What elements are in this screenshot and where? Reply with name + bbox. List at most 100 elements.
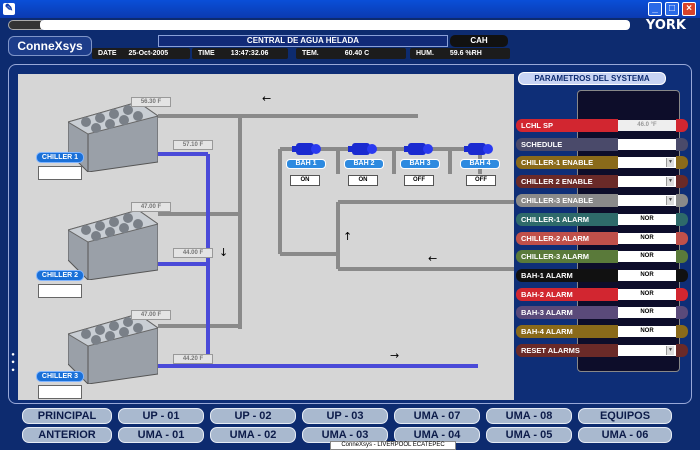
side-indicator: ● ● ● (10, 352, 16, 374)
time-value: 13:47:32.06 (230, 50, 269, 57)
status-bar: ConneXsys - LIVERPOOL ECATEPEC (330, 441, 456, 450)
param-label: BAH-1 ALARM (516, 269, 618, 282)
date-field: DATE 25-Oct-2005 (92, 48, 190, 59)
param-row[interactable]: CHILLER-1 ENABLE ▼ (516, 156, 688, 169)
param-label: BAH-3 ALARM (516, 306, 618, 319)
param-value[interactable] (618, 139, 676, 150)
param-row[interactable]: CHILLER 2 ENABLE ▼ (516, 175, 688, 188)
param-row[interactable]: CHILLER-1 ALARM NOR (516, 213, 688, 226)
nav-bottom-button[interactable]: UMA - 05 (486, 427, 572, 443)
arrow-left-top: ← (262, 92, 271, 105)
page-title: CENTRAL DE AGUA HELADA (158, 35, 448, 47)
nav-top-button[interactable]: UP - 03 (302, 408, 388, 424)
chiller-3-status-box (38, 385, 82, 399)
nav-bottom-button[interactable]: ANTERIOR (22, 427, 112, 443)
param-label: CHILLER 2 ENABLE (516, 175, 618, 188)
dropdown-arrow-icon[interactable]: ▼ (666, 196, 674, 205)
nav-bottom-button[interactable]: UMA - 06 (578, 427, 672, 443)
param-row[interactable]: CHILLER-2 ALARM NOR (516, 232, 688, 245)
param-row-cap (676, 288, 688, 301)
param-value[interactable]: NOR (618, 307, 676, 318)
chiller-1-button[interactable]: CHILLER 1 (36, 152, 84, 163)
pump-3-label[interactable]: BAH 3 (400, 159, 440, 169)
param-value[interactable]: 46.0 °F (618, 120, 676, 131)
dropdown-arrow-icon[interactable]: ▼ (666, 177, 674, 186)
chiller-2-temp-out: 44.00 F (173, 248, 213, 258)
nav-top-button[interactable]: EQUIPOS (578, 408, 672, 424)
nav-top-button[interactable]: UMA - 07 (394, 408, 480, 424)
param-row[interactable]: CHILLER-3 ENABLE ▼ (516, 194, 688, 207)
param-value[interactable]: ▼ (618, 345, 676, 356)
arrow-left-mid: ← (428, 252, 437, 265)
pump-1-icon (292, 143, 321, 155)
page-code: CAH (450, 35, 508, 47)
nav-top-button[interactable]: UP - 01 (118, 408, 204, 424)
param-row[interactable]: CHILLER-3 ALARM NOR (516, 250, 688, 263)
nav-top-button[interactable]: UP - 02 (210, 408, 296, 424)
dropdown-arrow-icon[interactable]: ▼ (666, 346, 674, 355)
flow-arrows: ← ↓ ↑ ← → (219, 92, 437, 362)
param-value[interactable]: ▼ (618, 157, 676, 168)
nav-top-button[interactable]: PRINCIPAL (22, 408, 112, 424)
param-row-cap (676, 232, 688, 245)
temp-field: TEM. 60.40 C (296, 48, 406, 59)
dropdown-arrow-icon[interactable]: ▼ (666, 158, 674, 167)
chiller-1-status-box (38, 166, 82, 180)
nav-bottom-button[interactable]: UMA - 02 (210, 427, 296, 443)
chiller-3-temp-out: 44.20 F (173, 354, 213, 364)
pump-4-label[interactable]: BAH 4 (460, 159, 500, 169)
param-row[interactable]: SCHEDULE (516, 138, 688, 151)
date-label: DATE (98, 50, 117, 57)
chiller-2-button[interactable]: CHILLER 2 (36, 270, 84, 281)
maximize-button[interactable]: □ (665, 2, 679, 16)
hum-field: HUM. 59.6 %RH (410, 48, 510, 59)
param-value[interactable]: ▼ (618, 195, 676, 206)
param-label: CHILLER-2 ALARM (516, 232, 618, 245)
pump-2-state: ON (348, 175, 378, 186)
param-row-cap (676, 325, 688, 338)
param-row[interactable]: RESET ALARMS ▼ (516, 344, 688, 357)
chiller-unit-2-graphic (68, 210, 158, 280)
temp-value: 60.40 C (344, 50, 370, 57)
time-label: TIME (198, 50, 215, 57)
nav-bottom-button[interactable]: UMA - 01 (118, 427, 204, 443)
param-label: CHILLER-1 ALARM (516, 213, 618, 226)
param-value[interactable]: NOR (618, 326, 676, 337)
nav-top-button[interactable]: UMA - 08 (486, 408, 572, 424)
param-value[interactable]: NOR (618, 214, 676, 225)
time-field: TIME 13:47:32.06 (192, 48, 288, 59)
param-row-cap (676, 306, 688, 319)
param-label: CHILLER-1 ENABLE (516, 156, 618, 169)
param-value[interactable]: NOR (618, 270, 676, 281)
param-row-cap (676, 138, 688, 151)
arrow-right-bottom: → (390, 349, 399, 362)
param-row[interactable]: BAH-2 ALARM NOR (516, 288, 688, 301)
param-value[interactable]: NOR (618, 233, 676, 244)
param-row-cap (676, 213, 688, 226)
params-title: PARAMETROS DEL SYSTEMA (518, 72, 666, 85)
chiller-1-temp-out: 57.10 F (173, 140, 213, 150)
temp-label: TEM. (302, 50, 319, 57)
hum-value: 59.6 %RH (449, 50, 482, 57)
param-value[interactable]: ▼ (618, 176, 676, 187)
minimize-button[interactable]: _ (648, 2, 662, 16)
param-row[interactable]: BAH-4 ALARM NOR (516, 325, 688, 338)
param-row-cap (676, 119, 688, 132)
chiller-2-temp-in: 47.00 F (131, 202, 171, 212)
param-label: LCHL SP (516, 119, 618, 132)
param-row[interactable]: BAH-3 ALARM NOR (516, 306, 688, 319)
param-row[interactable]: BAH-1 ALARM NOR (516, 269, 688, 282)
param-value[interactable]: NOR (618, 289, 676, 300)
param-row-cap (676, 194, 688, 207)
app-icon: ✎ (3, 3, 15, 15)
param-value[interactable]: NOR (618, 251, 676, 262)
pump-2-label[interactable]: BAH 2 (344, 159, 384, 169)
param-row[interactable]: LCHL SP 46.0 °F (516, 119, 688, 132)
chiller-3-button[interactable]: CHILLER 3 (36, 371, 84, 382)
chiller-1-temp-in: 56.30 F (131, 97, 171, 107)
param-row-cap (676, 156, 688, 169)
pump-4-state: OFF (466, 175, 496, 186)
title-bar: ✎ _ □ × (0, 0, 700, 18)
pump-1-label[interactable]: BAH 1 (286, 159, 326, 169)
close-button[interactable]: × (682, 2, 696, 16)
